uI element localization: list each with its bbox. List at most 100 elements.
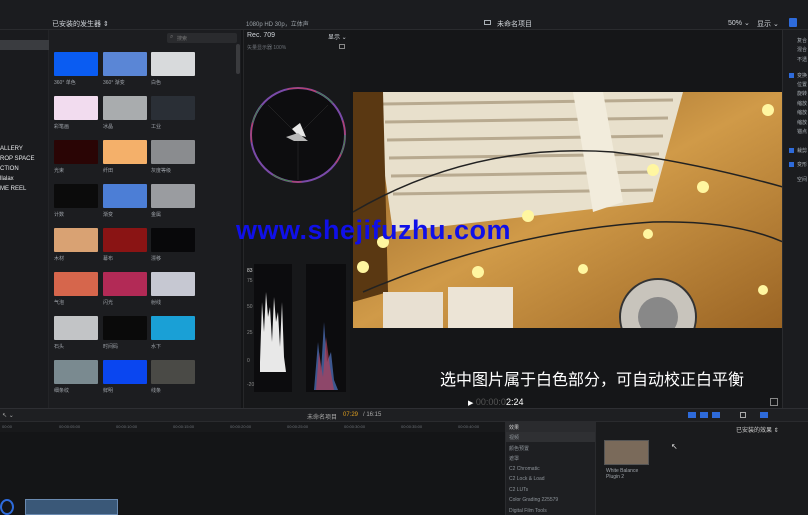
inspector-item[interactable]: 变形 <box>797 161 807 168</box>
generator-label: 细条纹 <box>54 388 70 394</box>
watermark-text: www.shejifuzhu.com <box>236 215 512 245</box>
checkbox-icon[interactable] <box>789 73 794 78</box>
installed-effects-menu[interactable]: 已安装的效果 ⇕ <box>736 425 779 434</box>
inspector-item[interactable]: 旋转 <box>797 90 807 97</box>
effects-header: 效果 <box>506 422 596 432</box>
zoom-menu[interactable]: 50% ⌄ <box>728 19 750 27</box>
inspector-item[interactable]: 混合 <box>797 46 807 53</box>
effects-category-item[interactable]: 视频 <box>509 434 519 441</box>
generator-thumbnail[interactable] <box>54 52 98 76</box>
checkbox-icon[interactable] <box>789 148 794 153</box>
sidebar-item[interactable]: ROP SPACE <box>0 156 34 162</box>
timeline-track[interactable] <box>0 432 505 515</box>
generator-thumbnail[interactable] <box>103 140 147 164</box>
sidebar-item[interactable]: CTION <box>0 166 19 172</box>
generator-thumbnail[interactable] <box>54 316 98 340</box>
generator-thumbnail[interactable] <box>54 140 98 164</box>
generators-title[interactable]: 已安装的发生器 ⇕ <box>52 19 109 29</box>
effects-category-item[interactable]: C2 Lock & Load <box>509 476 545 482</box>
scope-layout-icon[interactable] <box>339 44 345 49</box>
generator-thumbnail[interactable] <box>54 272 98 296</box>
checkbox-icon[interactable] <box>789 162 794 167</box>
effects-category-item[interactable]: 遮罩 <box>509 455 519 462</box>
effects-selected-row[interactable] <box>506 432 596 442</box>
generator-label: 金属 <box>151 212 162 218</box>
select-tool-icon[interactable]: ↖ ⌄ <box>2 412 14 419</box>
generator-thumbnail[interactable] <box>54 360 98 384</box>
effects-browser: 已安装的效果 ⇕ White Balance Plugin 2 ↖ <box>595 422 808 515</box>
inspector-panel: 复合 混合 不透 变换 位置 旋转 缩放 缩放 缩放 锚点 裁剪 变形 空间 <box>782 30 808 408</box>
generator-label: 白色 <box>151 80 162 86</box>
effect-thumbnail[interactable] <box>604 440 649 465</box>
generator-thumbnail[interactable] <box>151 52 195 76</box>
generator-label: 水下 <box>151 344 162 350</box>
sidebar-item[interactable]: ME REEL <box>0 186 26 192</box>
audio-skimming-icon[interactable] <box>700 412 708 418</box>
generator-thumbnail[interactable] <box>103 316 147 340</box>
inspector-item[interactable]: 缩放 <box>797 100 807 107</box>
generator-thumbnail[interactable] <box>151 228 195 252</box>
scrollbar[interactable] <box>236 44 240 74</box>
generator-label: 360° 单色 <box>54 80 76 86</box>
effects-category-item[interactable]: C2 LUTs <box>509 487 528 493</box>
inspector-item[interactable]: 复合 <box>797 37 807 44</box>
top-toolbar: 已安装的发生器 ⇕ 1080p HD 30p，立体声 未命名项目 50% ⌄ 显… <box>0 0 808 30</box>
generator-thumbnail[interactable] <box>151 360 195 384</box>
timeline-ruler[interactable]: 00:00 00:00:05:00 00:00:10:00 00:00:15:00 00… <box>0 422 505 432</box>
generator-thumbnail[interactable] <box>103 184 147 208</box>
generator-thumbnail[interactable] <box>151 140 195 164</box>
inspector-item[interactable]: 锚点 <box>797 128 807 135</box>
inspector-item[interactable]: 缩放 <box>797 119 807 126</box>
fullscreen-icon[interactable] <box>770 398 778 406</box>
inspector-item[interactable]: 缩放 <box>797 109 807 116</box>
generator-thumbnail[interactable] <box>103 96 147 120</box>
subtitle-caption: 选中图片属于白色部分，可自动校正白平衡 <box>440 372 745 389</box>
effects-category-item[interactable]: Digital Film Tools <box>509 508 547 514</box>
sidebar-item[interactable]: llalax <box>0 176 14 182</box>
generator-thumbnail[interactable] <box>54 184 98 208</box>
inspector-toggle-icon[interactable] <box>789 18 797 27</box>
generator-label: 射线 <box>151 300 162 306</box>
inspector-item[interactable]: 不透 <box>797 56 807 63</box>
inspector-item[interactable]: 位置 <box>797 81 807 88</box>
generator-thumbnail[interactable] <box>103 228 147 252</box>
generator-label: 幕布 <box>103 256 114 262</box>
generator-thumbnail[interactable] <box>54 228 98 252</box>
effects-category-item[interactable]: Color Grading 225579 <box>509 497 558 503</box>
generator-thumbnail[interactable] <box>103 52 147 76</box>
sidebar-selected-row[interactable] <box>0 40 49 50</box>
inspector-item[interactable]: 变换 <box>797 72 807 79</box>
solo-icon[interactable] <box>712 412 720 418</box>
video-frame[interactable] <box>353 92 783 328</box>
generator-label: 漂移 <box>151 256 162 262</box>
snapping-icon[interactable] <box>688 412 696 418</box>
generator-thumbnail[interactable] <box>151 96 195 120</box>
viewer: www.shejifuzhu.com 选中图片属于白色部分，可自动校正白平衡 ▶… <box>236 30 783 408</box>
generator-thumbnail[interactable] <box>103 272 147 296</box>
clip-appearance-icon[interactable] <box>740 412 746 418</box>
generator-thumbnail[interactable] <box>151 184 195 208</box>
scope-title: Rec. 709 <box>247 32 276 39</box>
search-input[interactable]: ⌕ 搜索 <box>167 33 237 43</box>
generator-thumbnail[interactable] <box>151 272 195 296</box>
generator-thumbnail[interactable] <box>54 96 98 120</box>
timeline-clip[interactable] <box>25 499 118 515</box>
mouse-cursor-icon: ↖ <box>671 442 678 451</box>
display-menu[interactable]: 显示 ⌄ <box>757 19 779 29</box>
inspector-item[interactable]: 裁剪 <box>797 147 807 154</box>
generator-thumbnail[interactable] <box>103 360 147 384</box>
ruler-tick-label: 00:00 <box>2 424 13 429</box>
effects-browser-toggle-icon[interactable] <box>760 412 768 418</box>
generator-label: 渐变 <box>103 212 114 218</box>
ruler-tick-label: 00:00:25:00 <box>287 424 309 429</box>
timeline-current-time: 07:29 <box>343 412 359 418</box>
inspector-item[interactable]: 空间 <box>797 176 807 183</box>
playhead-icon[interactable] <box>0 499 14 515</box>
play-icon[interactable]: ▶ <box>468 400 473 407</box>
scope-settings-menu[interactable]: 显示 ⌄ <box>328 32 347 41</box>
effects-category-item[interactable]: C2 Chromatic <box>509 466 540 472</box>
generator-thumbnail[interactable] <box>151 316 195 340</box>
sidebar-item[interactable]: ALLERY <box>0 146 23 152</box>
effects-category-item[interactable]: 颜色预置 <box>509 445 529 452</box>
project-title: 未命名项目 <box>497 21 532 28</box>
